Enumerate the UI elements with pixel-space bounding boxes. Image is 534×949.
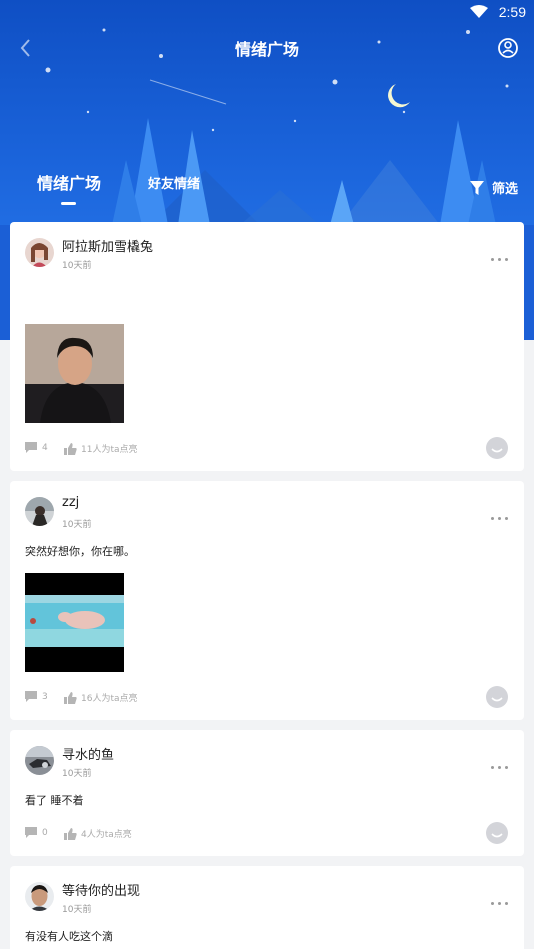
avatar[interactable]	[25, 497, 54, 526]
post-time: 10天前	[62, 769, 92, 779]
comment-button[interactable]: 0	[25, 827, 48, 838]
post-text	[25, 284, 510, 310]
status-bar: 2:59	[0, 0, 534, 26]
thumbs-up-icon	[64, 691, 77, 704]
post-time: 10天前	[62, 905, 92, 915]
post-image[interactable]	[25, 324, 124, 423]
post-card[interactable]: zzj 10天前 突然好想你，你在哪。 3 16人为ta点亮	[10, 481, 524, 720]
avatar[interactable]	[25, 746, 54, 775]
post-feed: 阿拉斯加雪橇兔 10天前 4 11人为ta点亮 zzj 10天前 突然好想你，你…	[10, 222, 524, 949]
post-text: 有没有人吃这个滴	[25, 930, 113, 943]
post-header: 寻水的鱼 10天前	[25, 744, 510, 782]
like-button[interactable]: 11人为ta点亮	[64, 442, 138, 455]
page-title: 情绪广场	[234, 40, 299, 59]
more-options-icon[interactable]	[487, 754, 508, 773]
emoji-react-icon[interactable]	[486, 822, 508, 844]
username[interactable]: 等待你的出现	[62, 880, 140, 899]
post-footer: 3 16人为ta点亮	[25, 686, 510, 708]
post-card[interactable]: 等待你的出现 10天前 有没有人吃这个滴	[10, 866, 524, 949]
post-card[interactable]: 阿拉斯加雪橇兔 10天前 4 11人为ta点亮	[10, 222, 524, 471]
wifi-icon	[470, 5, 488, 18]
post-time: 10天前	[62, 520, 92, 530]
post-header: 阿拉斯加雪橇兔 10天前	[25, 236, 510, 274]
comment-icon	[25, 442, 37, 453]
post-card[interactable]: 寻水的鱼 10天前 看了 睡不着 0 4人为ta点亮	[10, 730, 524, 856]
username[interactable]: 寻水的鱼	[62, 744, 114, 763]
emoji-react-icon[interactable]	[486, 686, 508, 708]
comment-button[interactable]: 4	[25, 442, 48, 453]
tab-friends-emotion[interactable]: 好友情绪	[148, 173, 200, 192]
more-options-icon[interactable]	[487, 890, 508, 909]
comment-count: 4	[42, 442, 48, 453]
like-text: 11人为ta点亮	[81, 445, 138, 455]
more-options-icon[interactable]	[487, 246, 508, 265]
tab-bar: 情绪广场 好友情绪 筛选	[0, 170, 534, 210]
post-time: 10天前	[62, 261, 92, 271]
filter-funnel-icon	[469, 180, 484, 195]
post-image[interactable]	[25, 573, 124, 672]
emoji-react-icon[interactable]	[486, 437, 508, 459]
post-header: zzj 10天前	[25, 495, 510, 533]
comment-count: 0	[42, 827, 48, 838]
comment-button[interactable]: 3	[25, 691, 48, 702]
username[interactable]: zzj	[62, 495, 79, 510]
comment-icon	[25, 827, 37, 838]
post-footer: 0 4人为ta点亮	[25, 822, 510, 844]
avatar[interactable]	[25, 882, 54, 911]
nav-bar: 情绪广场	[0, 26, 534, 70]
post-text: 突然好想你，你在哪。	[25, 545, 135, 558]
like-button[interactable]: 4人为ta点亮	[64, 827, 132, 840]
post-text: 看了 睡不着	[25, 794, 84, 807]
avatar[interactable]	[25, 238, 54, 267]
like-button[interactable]: 16人为ta点亮	[64, 691, 138, 704]
post-header: 等待你的出现 10天前	[25, 880, 510, 918]
more-options-icon[interactable]	[487, 505, 508, 524]
thumbs-up-icon	[64, 827, 77, 840]
filter-label: 筛选	[491, 182, 518, 197]
status-time: 2:59	[498, 4, 526, 20]
comment-count: 3	[42, 691, 48, 702]
comment-icon	[25, 691, 37, 702]
like-text: 16人为ta点亮	[81, 694, 138, 704]
thumbs-up-icon	[64, 442, 77, 455]
tab-emotion-square[interactable]: 情绪广场	[37, 170, 101, 205]
like-text: 4人为ta点亮	[81, 830, 132, 840]
user-profile-icon[interactable]	[496, 36, 520, 60]
filter-button[interactable]: 筛选	[469, 178, 518, 197]
post-footer: 4 11人为ta点亮	[25, 437, 510, 459]
username[interactable]: 阿拉斯加雪橇兔	[62, 236, 153, 255]
